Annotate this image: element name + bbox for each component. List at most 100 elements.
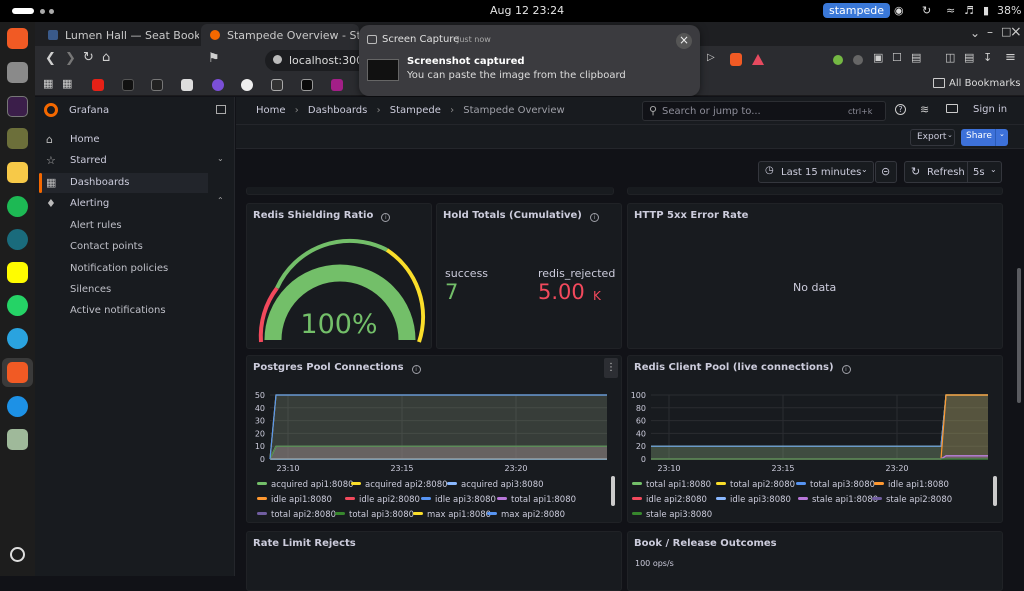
brave-rewards-icon[interactable] — [752, 54, 764, 65]
sync-icon[interactable]: ↻ — [922, 4, 931, 17]
chevron-up-icon[interactable]: ⌃ — [217, 196, 224, 205]
info-icon[interactable]: i — [589, 213, 599, 222]
legend-item[interactable]: max api2:8080 — [487, 510, 565, 520]
search-input[interactable]: ⚲ Search or jump to... ctrl+k — [642, 101, 886, 121]
tab-seat-booking[interactable]: Lumen Hall — Seat Booking — [39, 24, 199, 46]
brave-shields-icon[interactable] — [730, 53, 742, 66]
close-window-icon[interactable]: × — [1010, 24, 1022, 40]
sign-in-link[interactable]: Sign in — [973, 104, 1007, 115]
legend-item[interactable]: max api1:8080 — [413, 510, 491, 520]
bookmark-page-icon[interactable]: ⚑ — [208, 51, 220, 66]
sidebar-toggle-icon[interactable]: ◫ — [945, 51, 955, 64]
extension-icon[interactable]: ☐ — [892, 51, 902, 64]
forward-icon[interactable]: ❯ — [65, 51, 76, 66]
legend-item[interactable]: idle api3:8080 — [716, 495, 791, 505]
screenshot-notification[interactable]: Screen Capture Just now × Screenshot cap… — [359, 25, 700, 96]
legend-item[interactable]: idle api3:8080 — [421, 495, 496, 505]
legend-item[interactable]: acquired api2:8080 — [351, 480, 448, 490]
telegram-icon[interactable] — [7, 328, 28, 349]
extension-icon[interactable] — [833, 55, 843, 65]
legend-item[interactable]: total api2:8080 — [257, 510, 336, 520]
close-icon[interactable]: × — [676, 33, 692, 49]
wifi-icon[interactable]: ≈ — [946, 4, 955, 17]
menu-icon[interactable]: ≡ — [1005, 50, 1016, 65]
bookmark-icon[interactable] — [331, 79, 343, 91]
app-icon[interactable] — [7, 229, 28, 250]
extension-icon[interactable]: ▤ — [911, 51, 921, 64]
tab-stampede-overview[interactable]: Stampede Overview - Sta — [201, 24, 359, 46]
trash-icon[interactable] — [7, 429, 28, 450]
scrollbar-thumb[interactable] — [1017, 268, 1021, 403]
clock[interactable]: Aug 12 23:24 — [490, 4, 564, 17]
brave-browser-icon[interactable] — [7, 28, 28, 49]
legend-item[interactable]: idle api1:8080 — [874, 480, 949, 490]
export-button[interactable]: Export ⌄ — [910, 129, 955, 146]
notes-icon[interactable] — [7, 162, 28, 183]
bookmark-icon[interactable] — [122, 79, 134, 91]
extension-icon[interactable] — [853, 55, 863, 65]
legend-scrollbar[interactable] — [993, 476, 997, 506]
site-info-icon[interactable] — [273, 55, 282, 64]
zoom-out-button[interactable]: ⊝ — [875, 161, 897, 183]
download-icon[interactable]: ↧ — [983, 51, 992, 64]
legend-item[interactable]: idle api2:8080 — [345, 495, 420, 505]
back-icon[interactable]: ❮ — [45, 51, 56, 66]
breadcrumb-home[interactable]: Home — [256, 105, 286, 116]
panel-rate-limit[interactable]: Rate Limit Rejects — [246, 531, 622, 591]
legend-item[interactable]: acquired api3:8080 — [447, 480, 544, 490]
legend-item[interactable]: idle api1:8080 — [257, 495, 332, 505]
legend-item[interactable]: idle api2:8080 — [632, 495, 707, 505]
legend-item[interactable]: stale api2:8080 — [872, 495, 952, 505]
minimize-icon[interactable]: – — [987, 25, 993, 39]
panel-postgres-pool[interactable]: Postgres Pool Connections i ⋮ 0 10 20 30 40 50… — [246, 355, 622, 523]
spotify-icon[interactable] — [7, 196, 28, 217]
sidebar-item-alert-rules[interactable]: Alert rules — [70, 220, 122, 231]
github-bookmark-icon[interactable] — [241, 79, 253, 91]
sidebar-item-silences[interactable]: Silences — [70, 284, 111, 295]
panel-http-5xx[interactable]: HTTP 5xx Error Rate No data — [627, 203, 1003, 349]
battery-icon[interactable]: ▮ — [983, 4, 989, 17]
files-icon[interactable] — [7, 62, 28, 83]
panel-menu-icon[interactable]: ⋮ — [604, 358, 618, 378]
package-icon[interactable] — [7, 128, 28, 149]
all-bookmarks-link[interactable]: All Bookmarks — [949, 78, 1020, 89]
app-grid-icon[interactable] — [10, 547, 25, 562]
legend-item[interactable]: stale api1:8080 — [798, 495, 878, 505]
user-badge[interactable]: stampede — [823, 3, 890, 18]
workspace-indicator[interactable] — [12, 8, 34, 14]
legend-item[interactable]: total api1:8080 — [497, 495, 576, 505]
info-icon[interactable]: i — [841, 365, 851, 374]
sidebar-item-contact-points[interactable]: Contact points — [70, 241, 143, 252]
panel-hold-totals[interactable]: Hold Totals (Cumulative) i success 7 redi… — [436, 203, 622, 349]
bookmark-icon[interactable] — [212, 79, 224, 91]
refresh-button[interactable]: ↻ Refresh 5s ⌄ — [904, 161, 1002, 183]
chevron-down-icon[interactable]: ⌄ — [217, 154, 224, 163]
share-button[interactable]: Share ⌄ — [961, 129, 1008, 146]
extension-icon[interactable]: ▣ — [873, 51, 883, 64]
help-icon[interactable]: ? — [895, 104, 906, 115]
legend-item[interactable]: total api3:8080 — [796, 480, 875, 490]
info-icon[interactable]: i — [411, 365, 421, 374]
legend-item[interactable]: total api2:8080 — [716, 480, 795, 490]
workspace-dot[interactable] — [49, 9, 54, 14]
whatsapp-icon[interactable] — [7, 295, 28, 316]
legend-item[interactable]: total api3:8080 — [335, 510, 414, 520]
tab-search-icon[interactable]: ⌄ — [970, 26, 980, 40]
home-icon[interactable]: ⌂ — [102, 50, 110, 65]
panel-redis-shielding[interactable]: Redis Shielding Ratio i 100% — [246, 203, 432, 349]
breadcrumb-stampede[interactable]: Stampede — [390, 105, 441, 116]
wallet-icon[interactable]: ▤ — [964, 51, 974, 64]
bookmark-icon[interactable] — [181, 79, 193, 91]
news-feed-icon[interactable]: ≋ — [920, 103, 929, 116]
kiosk-icon[interactable] — [946, 104, 958, 113]
sidebar-item-notification-policies[interactable]: Notification policies — [70, 263, 168, 274]
bookmark-icon[interactable] — [271, 79, 283, 91]
apps-grid-icon[interactable]: ▦ — [43, 77, 53, 90]
terminal-icon[interactable] — [7, 96, 28, 117]
legend-scrollbar[interactable] — [611, 476, 615, 506]
refresh-interval[interactable]: 5s — [973, 167, 985, 178]
panel-redis-pool[interactable]: Redis Client Pool (live connections) i 0 2… — [627, 355, 1003, 523]
play-icon[interactable]: ▷ — [707, 52, 715, 63]
sidebar-item-dashboards[interactable]: ▦ Dashboards — [39, 173, 208, 193]
sidebar-item-alerting[interactable]: ♦ Alerting ⌃ — [35, 194, 235, 214]
